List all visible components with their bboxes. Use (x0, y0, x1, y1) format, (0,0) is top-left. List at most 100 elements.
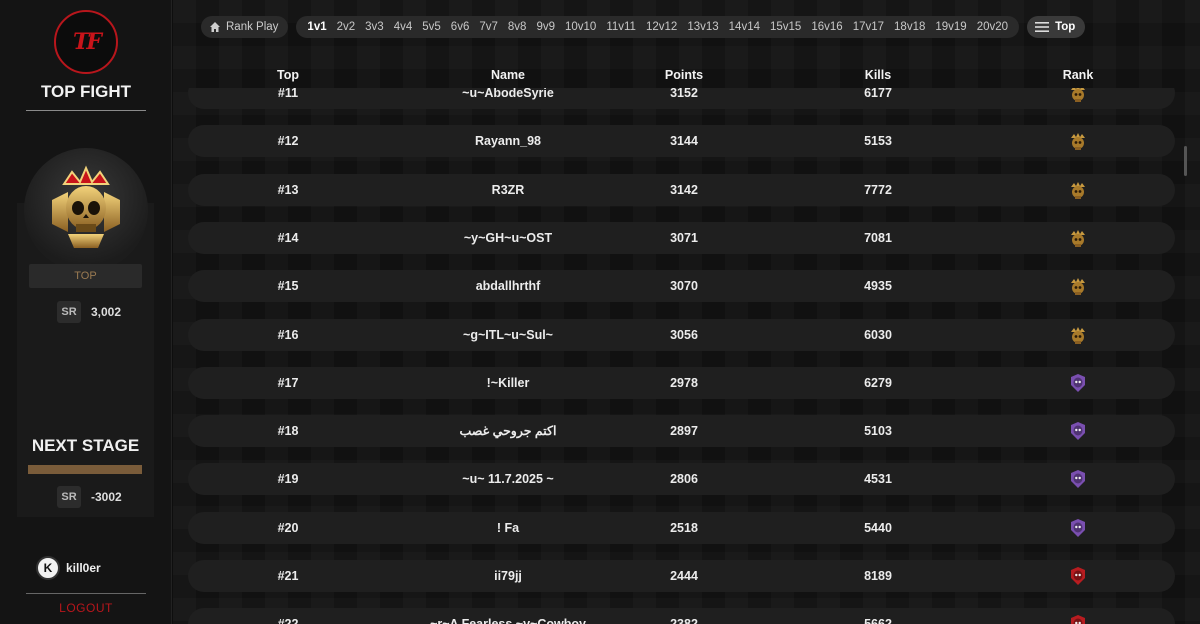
tab-9v9[interactable]: 9v9 (531, 21, 560, 33)
table-row[interactable]: #17 !~Killer 2978 6279 (188, 366, 1175, 399)
table-header: Top Name Points Kills Rank (188, 68, 1175, 84)
table-row[interactable]: #19 ~u~ 11.7.2025 ~ 2806 4531 (188, 463, 1175, 496)
next-stage-sr-value: -3002 (91, 490, 122, 504)
tab-11v11[interactable]: 11v11 (601, 21, 641, 33)
row-top: #14 (277, 230, 299, 245)
gold-crown-icon (1071, 278, 1085, 296)
row-points: 2978 (670, 375, 698, 390)
scrollbar[interactable] (1184, 146, 1187, 176)
top-button[interactable]: Top (1027, 16, 1086, 38)
skull-crown-emblem-icon (52, 165, 120, 248)
tab-17v17[interactable]: 17v17 (848, 21, 889, 33)
logout-button[interactable]: LOGOUT (26, 601, 146, 615)
row-top: #11 (277, 88, 299, 100)
gold-crown-icon (1071, 88, 1085, 102)
next-stage-sr-row: SR -3002 (57, 486, 122, 508)
tab-3v3[interactable]: 3v3 (360, 21, 389, 33)
sr-value: 3,002 (91, 305, 122, 319)
row-name: ~u~AbodeSyrie (462, 88, 554, 100)
purple-skull-icon (1071, 470, 1085, 489)
list-icon (1035, 22, 1050, 32)
tab-4v4[interactable]: 4v4 (389, 21, 418, 33)
purple-skull-icon (1071, 422, 1085, 441)
row-kills: 6177 (864, 88, 892, 100)
row-top: #17 (277, 375, 299, 390)
row-points: 3056 (670, 327, 698, 342)
tab-15v15[interactable]: 15v15 (765, 21, 806, 33)
app-root: TF TOP FIGHT TOP SR 3,002 NEXT STAGE SR … (0, 0, 1200, 624)
row-top: #22 (240, 616, 336, 624)
logo-text: TF (73, 29, 102, 55)
table-row[interactable]: #21 ii79jj 2444 8189 (188, 560, 1175, 592)
tab-6v6[interactable]: 6v6 (446, 21, 475, 33)
row-top: #13 (277, 182, 299, 197)
next-stage-progress (28, 465, 142, 474)
tab-1v1[interactable]: 1v1 (302, 21, 331, 33)
rank-badge (24, 148, 148, 272)
row-kills: 5440 (864, 520, 892, 535)
gold-crown-icon (1071, 229, 1085, 247)
mode-tabs: 1v1 2v2 3v3 4v4 5v5 6v6 7v7 8v8 9v9 10v10 11v11 12v… (296, 16, 1020, 38)
row-name: R3ZR (491, 182, 525, 197)
tab-8v8[interactable]: 8v8 (503, 21, 532, 33)
table-row[interactable]: #11 ~u~AbodeSyrie 3152 6177 (188, 88, 1175, 109)
tab-19v19[interactable]: 19v19 (930, 21, 971, 33)
leaderboard-main: Rank Play 1v1 2v2 3v3 4v4 5v5 6v6 7v7 8v8 9v9 10v… (173, 0, 1200, 624)
tab-5v5[interactable]: 5v5 (417, 21, 446, 33)
table-row[interactable]: #22 ~r~A Fearless ~v~Cowboy2382 5662 (188, 608, 1175, 624)
rank-tier-label: TOP (29, 264, 142, 288)
table-row[interactable]: #14 ~y~GH~u~OST 3071 7081 (188, 221, 1175, 254)
row-kills: 4531 (864, 472, 892, 487)
row-points: 3070 (670, 279, 698, 294)
next-stage-progress-fill (28, 465, 142, 474)
user-profile[interactable]: K kill0er (36, 556, 101, 580)
table-row[interactable]: #18 اكتم جروحي غصب 2897 5103 (188, 415, 1175, 448)
row-name: ~g~ITL~u~Sul~ (463, 327, 553, 342)
row-kills: 8189 (864, 569, 892, 583)
leaderboard-rows[interactable]: #11 ~u~AbodeSyrie 3152 6177 #12 Rayann_98 3144… (188, 88, 1175, 624)
row-points: 3144 (670, 134, 698, 149)
row-kills: 6030 (864, 327, 892, 342)
row-top: #21 (277, 569, 299, 583)
row-name: ~y~GH~u~OST (463, 230, 553, 245)
avatar: K (36, 556, 60, 580)
rank-play-button[interactable]: Rank Play (201, 16, 289, 38)
table-row[interactable]: #13 R3ZR 3142 7772 (188, 173, 1175, 206)
tab-18v18[interactable]: 18v18 (889, 21, 930, 33)
row-kills: 5103 (864, 424, 892, 439)
row-kills: 7772 (864, 182, 892, 197)
header-kills: Kills (864, 68, 892, 82)
tab-20v20[interactable]: 20v20 (972, 21, 1013, 33)
purple-skull-icon (1071, 518, 1085, 537)
username: kill0er (66, 561, 101, 575)
tab-2v2[interactable]: 2v2 (332, 21, 361, 33)
table-row[interactable]: #12 Rayann_98 3144 5153 (188, 125, 1175, 158)
row-name: ~r~A Fearless ~v~Cowboy (378, 616, 638, 624)
row-name: ii79jj (494, 569, 522, 583)
table-row[interactable]: #15 abdallhrthf 3070 4935 (188, 270, 1175, 303)
row-kills: 5153 (864, 134, 892, 149)
tab-12v12[interactable]: 12v12 (641, 21, 682, 33)
tab-10v10[interactable]: 10v10 (560, 21, 601, 33)
logo[interactable]: TF (54, 10, 118, 74)
row-points: 3142 (670, 182, 698, 197)
table-row[interactable]: #16 ~g~ITL~u~Sul~ 3056 6030 (188, 318, 1175, 351)
row-name: abdallhrthf (475, 279, 541, 294)
red-skull-icon (1071, 615, 1085, 624)
red-skull-icon (1071, 567, 1085, 585)
tab-16v16[interactable]: 16v16 (806, 21, 847, 33)
table-row[interactable]: #20 ! Fa 2518 5440 (188, 511, 1175, 544)
tab-7v7[interactable]: 7v7 (474, 21, 503, 33)
rank-play-label: Rank Play (226, 21, 279, 33)
row-points: 2444 (670, 569, 698, 583)
row-name: ~u~ 11.7.2025 ~ (462, 472, 554, 487)
next-stage-title: NEXT STAGE (31, 436, 140, 455)
row-points: 2518 (670, 520, 698, 535)
tab-14v14[interactable]: 14v14 (724, 21, 765, 33)
row-top: #18 (277, 424, 299, 439)
divider (26, 593, 146, 594)
header-name: Name (490, 68, 526, 82)
tab-13v13[interactable]: 13v13 (682, 21, 723, 33)
gold-crown-icon (1071, 326, 1085, 344)
header-rank: Rank (1062, 68, 1094, 82)
